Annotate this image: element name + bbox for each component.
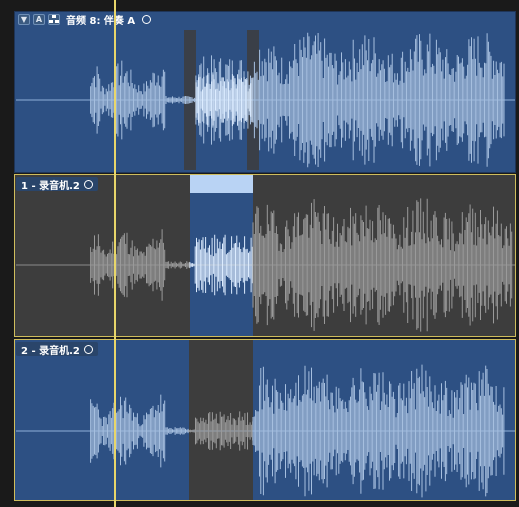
tracks-area: ▼ A 音频 8: 伴奏 A 1 - 录音机.2 2 - 录音机.2 <box>0 0 519 507</box>
playhead[interactable] <box>114 0 116 507</box>
folder-waveform <box>90 32 505 168</box>
waveform-canvas <box>16 30 515 500</box>
take-1-selection-header <box>190 175 253 193</box>
